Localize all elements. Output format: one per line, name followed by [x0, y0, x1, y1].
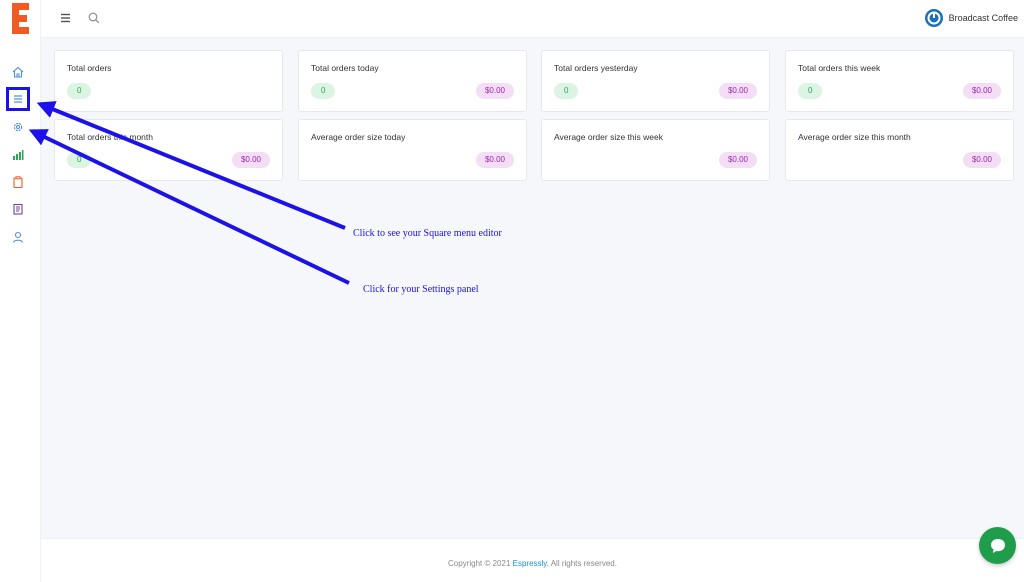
amount-badge: $0.00: [718, 83, 757, 99]
stat-card-avg-week: Average order size this week $0.00: [541, 119, 770, 181]
sidebar-item-catalog[interactable]: [11, 202, 25, 216]
card-title: Average order size this week: [554, 132, 663, 142]
sidebar-item-settings[interactable]: [11, 120, 25, 134]
chat-bubble-icon: [990, 538, 1005, 553]
sidebar-item-home[interactable]: [11, 65, 25, 79]
copyright-suffix: . All rights reserved.: [546, 559, 617, 568]
clipboard-icon: [13, 176, 23, 189]
search-icon: [88, 12, 100, 24]
sidebar-item-account[interactable]: [11, 230, 25, 244]
book-icon: [13, 203, 23, 215]
sidebar: [0, 0, 41, 582]
list-icon: [14, 95, 22, 103]
bar-chart-icon: [13, 150, 24, 160]
home-icon: [12, 66, 24, 78]
stat-card-orders-yesterday: Total orders yesterday 0 $0.00: [541, 50, 770, 112]
stat-card-orders-week: Total orders this week 0 $0.00: [785, 50, 1014, 112]
user-icon: [12, 231, 24, 243]
menu-editor-annotation: Click to see your Square menu editor: [353, 228, 502, 239]
amount-badge: $0.00: [962, 83, 1001, 99]
search-button[interactable]: [86, 10, 102, 26]
card-title: Total orders this week: [798, 63, 881, 73]
business-logo-icon: [924, 9, 943, 27]
espressly-link[interactable]: Espressly: [513, 559, 547, 568]
top-bar: Broadcast Coffee: [41, 0, 1024, 38]
stat-card-total-orders: Total orders 0: [54, 50, 283, 112]
espressly-logo[interactable]: [11, 2, 30, 36]
business-name: Broadcast Coffee: [948, 13, 1018, 23]
business-profile[interactable]: Broadcast Coffee: [924, 8, 1018, 28]
count-badge: 0: [67, 83, 92, 99]
hamburger-menu-button[interactable]: [58, 10, 74, 26]
count-badge: 0: [554, 83, 579, 99]
stat-card-avg-month: Average order size this month $0.00: [785, 119, 1014, 181]
count-badge: 0: [311, 83, 336, 99]
app-root: Broadcast Coffee Total orders 0 Total or…: [0, 0, 1024, 582]
count-badge: 0: [67, 152, 92, 168]
card-title: Total orders this month: [67, 132, 153, 142]
gear-icon: [13, 122, 23, 132]
card-title: Total orders yesterday: [554, 63, 638, 73]
copyright-text: Copyright © 2021 Espressly. All rights r…: [41, 559, 1024, 568]
sidebar-item-orders[interactable]: [11, 175, 25, 189]
copyright-prefix: Copyright © 2021: [448, 559, 513, 568]
stat-card-avg-today: Average order size today $0.00: [298, 119, 527, 181]
amount-badge: $0.00: [962, 152, 1001, 168]
card-title: Total orders: [67, 63, 112, 73]
settings-annotation: Click for your Settings panel: [363, 284, 479, 295]
amount-badge: $0.00: [475, 152, 514, 168]
card-title: Average order size today: [311, 132, 406, 142]
stat-card-orders-today: Total orders today 0 $0.00: [298, 50, 527, 112]
count-badge: 0: [798, 83, 823, 99]
card-title: Average order size this month: [798, 132, 911, 142]
sidebar-item-menu[interactable]: [11, 92, 25, 106]
dashboard: Total orders 0 Total orders today 0 $0.0…: [41, 38, 1024, 538]
amount-badge: $0.00: [718, 152, 757, 168]
hamburger-icon: [61, 13, 70, 23]
amount-badge: $0.00: [231, 152, 270, 168]
card-title: Total orders today: [311, 63, 379, 73]
stat-card-orders-month: Total orders this month 0 $0.00: [54, 119, 283, 181]
logo-mark: [12, 3, 29, 34]
chat-button[interactable]: [979, 527, 1016, 564]
sidebar-item-reports[interactable]: [11, 148, 25, 162]
amount-badge: $0.00: [475, 83, 514, 99]
footer: Copyright © 2021 Espressly. All rights r…: [41, 538, 1024, 582]
